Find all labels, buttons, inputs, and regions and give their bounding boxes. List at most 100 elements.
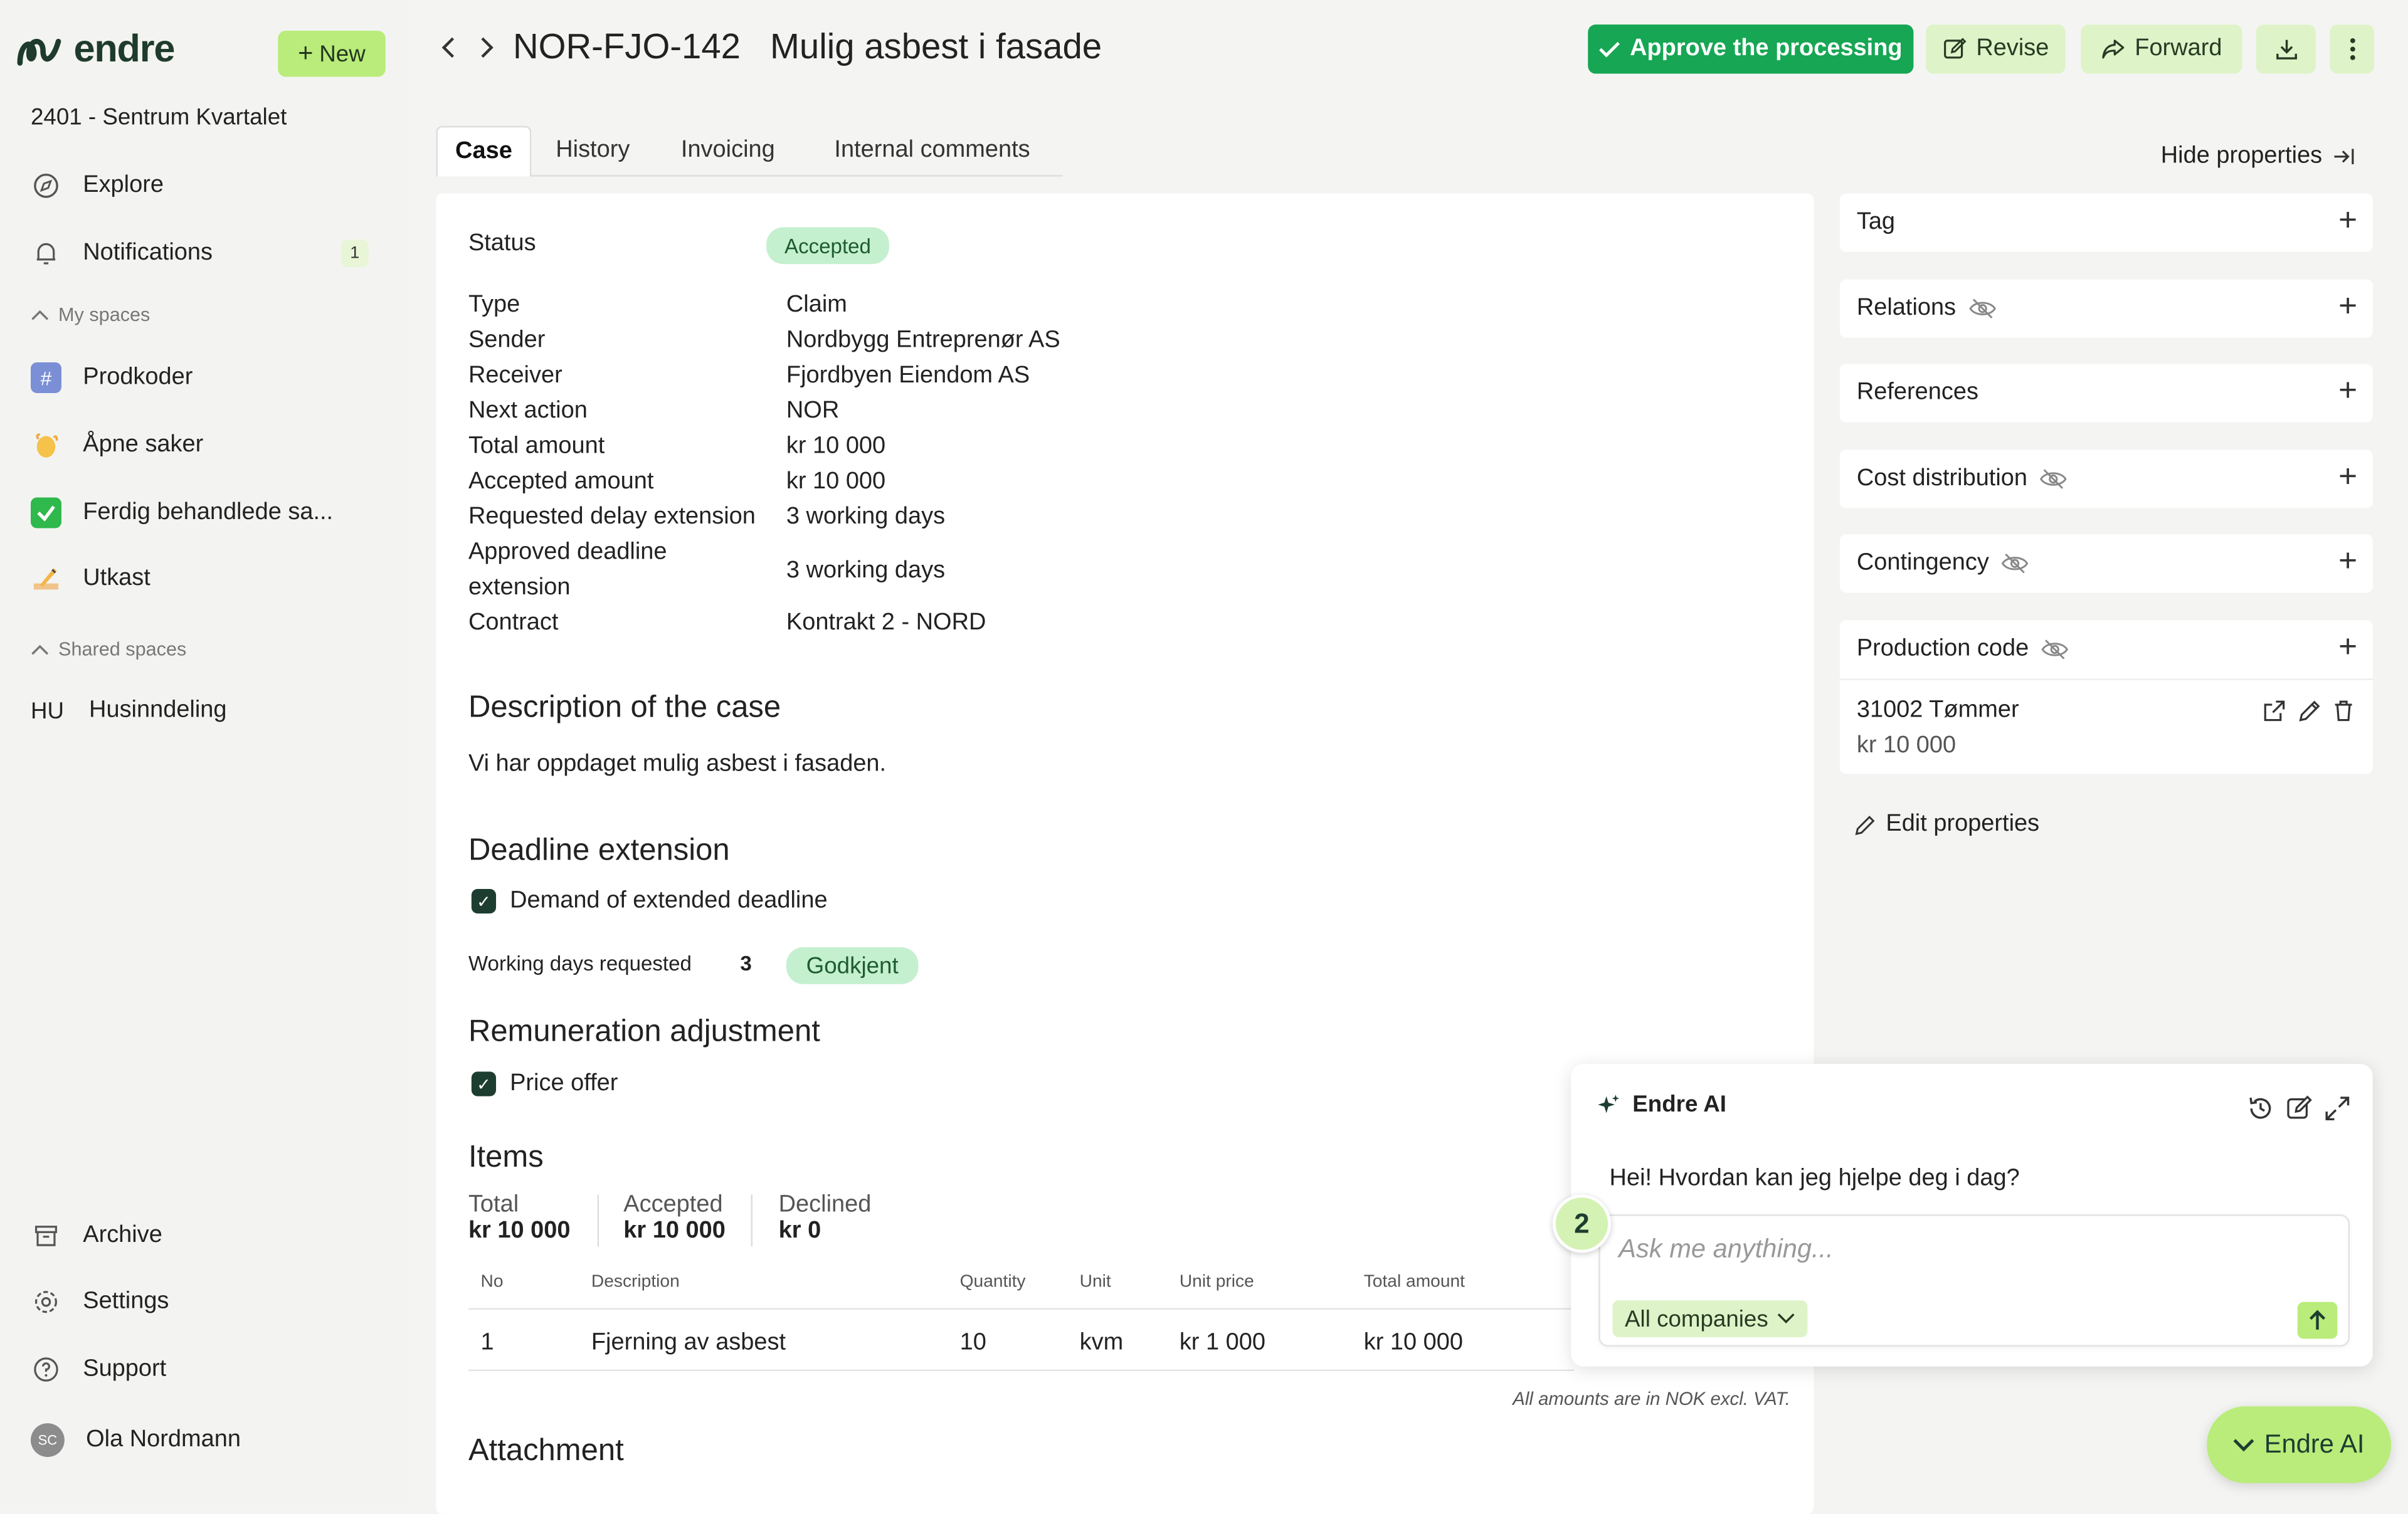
items-accepted-value: kr 10 000 — [623, 1217, 726, 1244]
prop-value-approved-deadline: 3 working days — [786, 557, 946, 584]
sidebar-item-label: Archive — [83, 1222, 162, 1249]
column-header-description: Description — [591, 1273, 680, 1291]
prop-label-approved-deadline: Approved deadline — [468, 539, 667, 565]
sidebar-item-support[interactable]: Support — [31, 1354, 166, 1385]
tab-internal-comments[interactable]: Internal comments — [813, 126, 1052, 175]
deadline-heading: Deadline extension — [468, 833, 730, 868]
sidebar-item-ferdig[interactable]: Ferdig behandlede sa... — [30, 497, 334, 528]
sidebar-item-husinndeling[interactable]: HU Husinndeling — [31, 697, 227, 725]
chevron-down-icon — [1777, 1313, 1795, 1325]
history-icon[interactable] — [2247, 1095, 2274, 1122]
sidebar-item-archive[interactable]: Archive — [31, 1221, 162, 1251]
chevron-down-icon — [2234, 1438, 2255, 1451]
sidebar-item-settings[interactable]: Settings — [31, 1286, 169, 1317]
sidebar-item-label: Notifications — [83, 239, 213, 266]
add-production-code-icon[interactable]: + — [2338, 629, 2357, 666]
approve-button[interactable]: Approve the processing — [1588, 24, 1914, 74]
add-relation-icon[interactable]: + — [2338, 288, 2357, 325]
add-tag-icon[interactable]: + — [2338, 202, 2357, 239]
send-button[interactable] — [2297, 1301, 2338, 1339]
new-button-label: New — [319, 40, 366, 67]
edit-properties-button[interactable]: Edit properties — [1854, 811, 2039, 838]
cell-quantity: 10 — [959, 1329, 986, 1356]
approve-button-label: Approve the processing — [1630, 35, 1903, 61]
pencil-icon[interactable] — [2298, 698, 2322, 723]
sidebar-item-label: Support — [83, 1355, 167, 1382]
cell-no: 1 — [480, 1329, 494, 1356]
prop-value-total-amount: kr 10 000 — [786, 433, 886, 460]
sidebar-item-utkast[interactable]: Utkast — [31, 564, 150, 594]
column-header-no: No — [480, 1273, 504, 1291]
prop-value-sender: Nordbygg Entreprenør AS — [786, 327, 1060, 354]
ai-input-box[interactable]: Ask me anything... All companies — [1598, 1214, 2350, 1347]
download-button[interactable] — [2256, 24, 2316, 74]
price-offer-label: Price offer — [510, 1070, 618, 1096]
sidebar-item-apne-saker[interactable]: Åpne saker — [31, 430, 203, 461]
prop-label-contract: Contract — [468, 609, 559, 636]
add-reference-icon[interactable]: + — [2338, 373, 2357, 410]
sidebar-item-label: Utkast — [83, 565, 150, 591]
property-label: Relations — [1856, 295, 1956, 321]
deadline-checkbox-row: ✓ Demand of extended deadline — [471, 888, 828, 915]
project-selector[interactable]: 2401 - Sentrum Kvartalet — [31, 105, 287, 131]
expand-icon[interactable] — [2323, 1095, 2351, 1122]
more-options-button[interactable] — [2330, 24, 2375, 74]
sidebar-item-prodkoder[interactable]: # Prodkoder — [30, 362, 193, 393]
forward-button-label: Forward — [2135, 35, 2222, 61]
new-button[interactable]: + New — [278, 30, 386, 77]
new-chat-icon[interactable] — [2285, 1095, 2313, 1122]
gear-icon — [31, 1286, 61, 1317]
prop-label-requested-delay: Requested delay extension — [468, 503, 756, 530]
property-label: Cost distribution — [1856, 465, 2028, 492]
property-label: References — [1856, 379, 1978, 406]
items-declined-label: Declined — [778, 1191, 872, 1218]
company-scope-dropdown[interactable]: All companies — [1612, 1300, 1809, 1338]
production-code-amount: kr 10 000 — [1856, 732, 1956, 759]
ai-prompt-input[interactable]: Ask me anything... — [1619, 1234, 1833, 1265]
back-arrow-icon[interactable] — [439, 34, 457, 61]
items-accepted-label: Accepted — [623, 1191, 723, 1218]
prop-label-total-amount: Total amount — [468, 433, 605, 460]
cell-unit-price: kr 1 000 — [1179, 1329, 1266, 1356]
shared-spaces-toggle[interactable]: Shared spaces — [31, 639, 186, 660]
trash-icon[interactable] — [2331, 698, 2356, 723]
prop-label-accepted-amount: Accepted amount — [468, 468, 654, 495]
prop-label-next-action: Next action — [468, 397, 588, 424]
tab-case[interactable]: Case — [436, 125, 532, 177]
prop-value-contract: Kontrakt 2 - NORD — [786, 609, 986, 636]
space-abbreviation: HU — [30, 698, 65, 724]
forward-button[interactable]: Forward — [2081, 24, 2242, 74]
vat-note: All amounts are in NOK excl. VAT. — [1513, 1387, 1790, 1410]
endre-ai-toggle-button[interactable]: Endre AI — [2207, 1406, 2392, 1483]
external-link-icon[interactable] — [2262, 698, 2286, 723]
help-icon — [31, 1354, 61, 1385]
add-contingency-icon[interactable]: + — [2338, 544, 2357, 581]
prop-value-accepted-amount: kr 10 000 — [786, 468, 886, 495]
chevron-up-icon — [31, 643, 49, 656]
hash-icon: # — [30, 362, 61, 393]
add-cost-distribution-icon[interactable]: + — [2338, 459, 2357, 496]
description-text: Vi har oppdaget mulig asbest i fasaden. — [468, 750, 887, 777]
column-header-unit-price: Unit price — [1179, 1273, 1254, 1291]
cell-description: Fjerning av asbest — [591, 1329, 786, 1356]
revise-button[interactable]: Revise — [1926, 24, 2066, 74]
my-spaces-toggle[interactable]: My spaces — [31, 304, 150, 325]
items-declined-value: kr 0 — [778, 1217, 821, 1244]
tab-invoicing[interactable]: Invoicing — [663, 126, 793, 175]
sidebar-item-notifications[interactable]: Notifications — [31, 238, 213, 269]
items-total-value: kr 10 000 — [468, 1217, 571, 1244]
case-title: Mulig asbest i fasade — [769, 26, 1102, 66]
sidebar-item-label: Ferdig behandlede sa... — [83, 498, 334, 525]
hide-properties-button[interactable]: Hide properties — [2161, 143, 2356, 171]
forward-arrow-icon[interactable] — [478, 34, 496, 61]
user-profile[interactable]: SC Ola Nordmann — [30, 1423, 241, 1458]
sidebar-item-explore[interactable]: Explore — [31, 171, 164, 201]
tab-history[interactable]: History — [537, 126, 648, 175]
property-relations: Relations + — [1839, 279, 2373, 338]
property-tag: Tag + — [1839, 193, 2373, 252]
app-logo[interactable]: endre — [15, 28, 175, 72]
notification-count-badge: 1 — [341, 239, 369, 268]
prop-label-receiver: Receiver — [468, 362, 562, 389]
prop-value-requested-delay: 3 working days — [786, 503, 946, 530]
edit-icon — [1942, 37, 1967, 61]
